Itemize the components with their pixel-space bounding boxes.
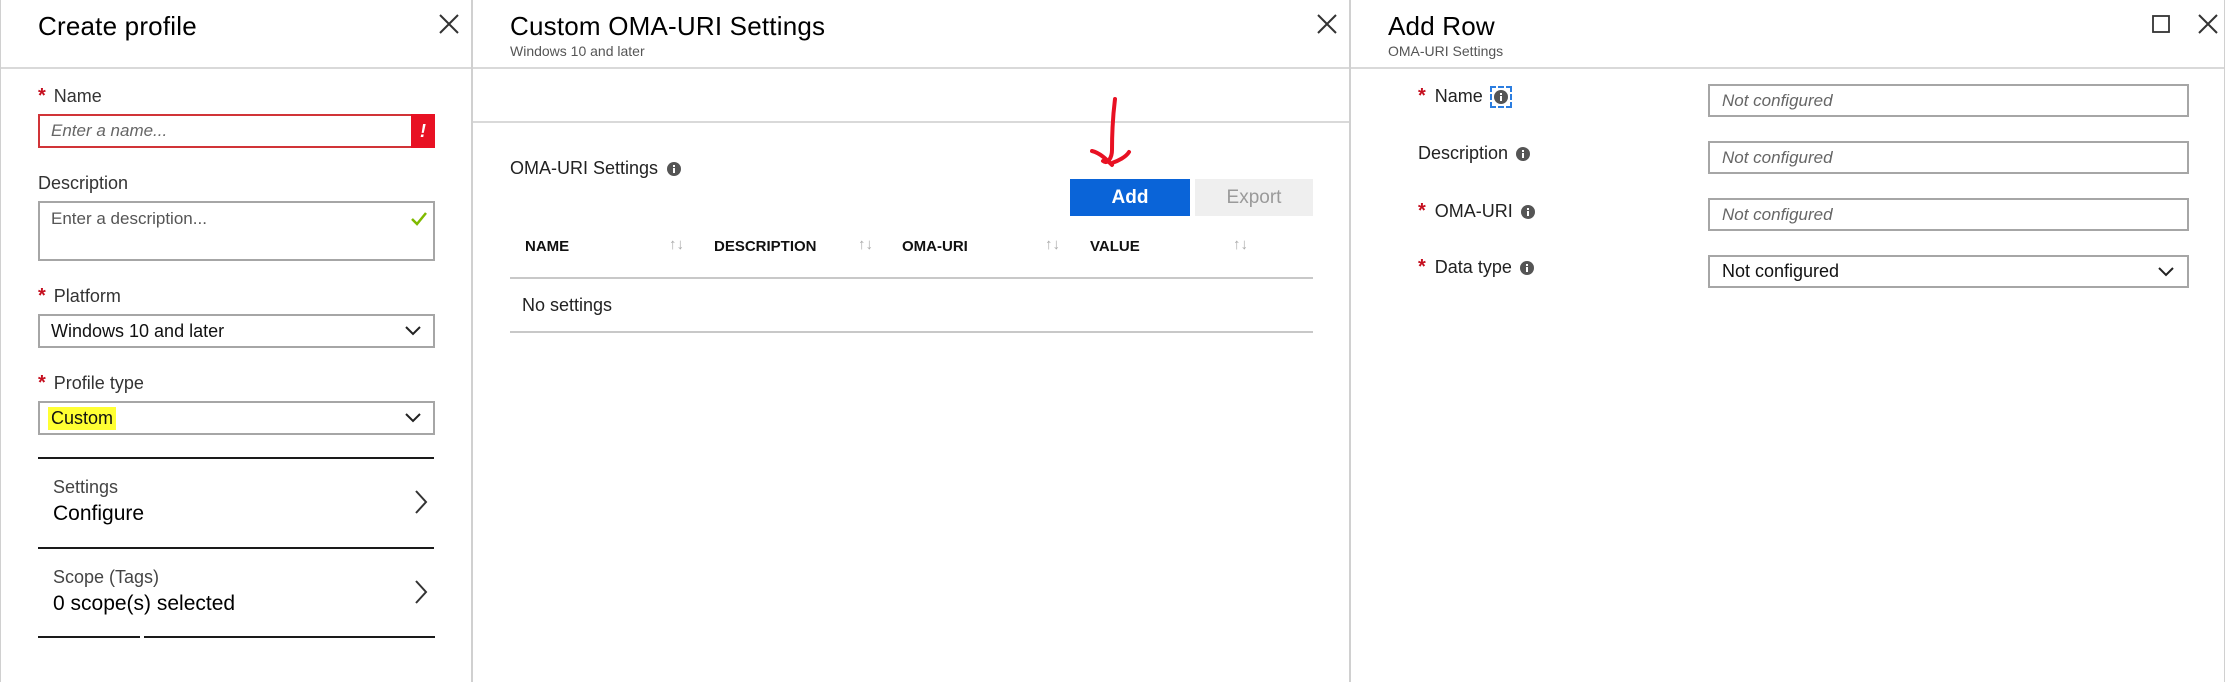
profile-type-select[interactable]: Custom [38, 401, 435, 435]
row-oma-uri-input[interactable]: Not configured [1708, 198, 2189, 231]
table-header-divider [510, 277, 1313, 279]
error-badge-icon: ! [411, 114, 435, 148]
add-row-header: Add Row OMA-URI Settings [1351, 0, 2224, 69]
table-bottom-divider [510, 331, 1313, 333]
row-name-input[interactable]: Not configured [1708, 84, 2189, 117]
name-input[interactable]: Enter a name... ! [38, 114, 435, 148]
create-profile-header: Create profile [1, 0, 471, 69]
oma-uri-section-title: OMA-URI Settings [510, 158, 682, 179]
row-oma-uri-label: * OMA-URI [1418, 200, 1536, 223]
close-icon [439, 14, 459, 34]
chevron-down-icon [2158, 266, 2174, 276]
row-description-label: Description [1418, 143, 1531, 164]
add-button[interactable]: Add [1070, 179, 1190, 216]
custom-oma-blade: Custom OMA-URI Settings Windows 10 and l… [472, 0, 1350, 682]
close-create-profile-button[interactable] [437, 12, 461, 36]
description-label: Description [38, 173, 129, 193]
annotation-arrow-icon [1090, 97, 1131, 167]
close-icon [2198, 14, 2218, 34]
custom-oma-title: Custom OMA-URI Settings [510, 11, 826, 41]
close-custom-oma-button[interactable] [1315, 12, 1339, 36]
empty-table-message: No settings [522, 295, 613, 315]
chevron-right-icon [415, 580, 428, 604]
create-profile-blade: Create profile * Name Enter a name... ! D… [0, 0, 472, 682]
info-icon[interactable] [1520, 204, 1536, 220]
row-name-label: * Name [1418, 85, 1512, 108]
platform-select[interactable]: Windows 10 and later [38, 314, 435, 348]
sort-icon[interactable]: ↑↓ [1233, 236, 1248, 253]
info-icon-focused[interactable] [1489, 85, 1512, 108]
sort-icon[interactable]: ↑↓ [858, 236, 873, 253]
info-icon[interactable] [666, 161, 682, 177]
close-icon [1317, 14, 1337, 34]
divider [144, 636, 435, 638]
settings-nav-item[interactable]: Settings Configure [38, 457, 434, 546]
row-data-type-label: * Data type [1418, 256, 1535, 279]
row-data-type-select[interactable]: Not configured [1708, 255, 2189, 288]
sort-icon[interactable]: ↑↓ [1045, 236, 1060, 253]
command-bar [473, 69, 1349, 123]
info-icon [1493, 89, 1508, 104]
column-header-name[interactable]: NAME [525, 238, 569, 255]
checkmark-icon [411, 212, 427, 226]
divider [38, 636, 140, 638]
description-input[interactable]: Enter a description... [38, 201, 435, 261]
export-button[interactable]: Export [1195, 179, 1313, 216]
chevron-right-icon [415, 490, 428, 514]
add-row-subtitle: OMA-URI Settings [1388, 43, 1504, 59]
custom-oma-subtitle: Windows 10 and later [510, 43, 645, 59]
chevron-down-icon [405, 413, 421, 423]
sort-icon[interactable]: ↑↓ [669, 236, 684, 253]
custom-oma-header: Custom OMA-URI Settings Windows 10 and l… [473, 0, 1349, 69]
info-icon[interactable] [1515, 146, 1531, 162]
close-add-row-button[interactable] [2196, 12, 2220, 36]
maximize-button[interactable] [2151, 14, 2171, 34]
column-header-value[interactable]: VALUE [1090, 238, 1140, 255]
chevron-down-icon [405, 326, 421, 336]
maximize-icon [2152, 15, 2170, 33]
profile-type-label: * Profile type [38, 372, 144, 394]
row-description-input[interactable]: Not configured [1708, 141, 2189, 174]
scope-nav-item[interactable]: Scope (Tags) 0 scope(s) selected [38, 547, 434, 636]
name-label: * Name [38, 85, 102, 107]
create-profile-title: Create profile [38, 11, 197, 41]
platform-label: * Platform [38, 285, 121, 307]
add-row-title: Add Row [1388, 11, 1495, 41]
profile-type-value: Custom [48, 406, 117, 430]
column-header-oma-uri[interactable]: OMA-URI [902, 238, 968, 255]
info-icon[interactable] [1519, 260, 1535, 276]
column-header-description[interactable]: DESCRIPTION [714, 238, 817, 255]
